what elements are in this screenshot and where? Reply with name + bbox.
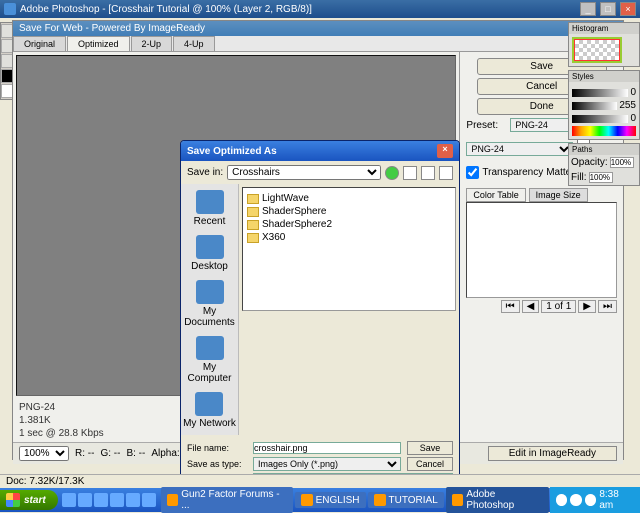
up-icon[interactable] [403,166,417,180]
documents-icon [196,280,224,304]
task-button[interactable]: Gun2 Factor Forums - ... [161,487,293,513]
saveas-select[interactable]: Images Only (*.png) [253,457,401,471]
file-list[interactable]: LightWave ShaderSphere ShaderSphere2 X36… [242,187,456,311]
windows-icon [6,493,20,507]
dialog-titlebar: Save Optimized As × [181,141,459,161]
paths-panel: Paths Opacity: Fill: [568,143,640,186]
tab-image-size[interactable]: Image Size [529,188,588,202]
fill-field[interactable] [589,172,613,183]
app-icon [374,494,386,506]
tray-icon[interactable] [570,494,582,506]
place-my-network[interactable]: My Network [183,392,236,429]
folder-icon [247,207,259,217]
app-icon [452,494,464,506]
tab-4up[interactable]: 4-Up [173,36,215,51]
places-bar: Recent Desktop My Documents My Computer … [181,184,239,435]
network-icon [195,392,223,416]
saveas-label: Save as type: [187,459,247,469]
transparency-check[interactable] [466,166,479,179]
desktop-icon [196,235,224,259]
app-titlebar: Adobe Photoshop - [Crosshair Tutorial @ … [0,0,640,18]
app-icon [301,494,313,506]
pager-first[interactable]: ⏮ [501,300,520,313]
tab-2up[interactable]: 2-Up [131,36,173,51]
styles-panel: Styles 0 255 0 [568,70,640,140]
save-in-label: Save in: [187,167,223,178]
task-button[interactable]: ENGLISH [295,492,366,508]
preset-label: Preset: [466,120,506,131]
pager-next[interactable]: ▶ [578,300,596,313]
level-slider[interactable] [572,102,617,110]
clock: 8:38 am [599,489,634,511]
list-item[interactable]: ShaderSphere [247,205,451,218]
panels: Histogram Styles 0 255 0 Paths Opacity: … [568,22,640,189]
palette-pager: ⏮◀ 1 of 1 ▶⏭ [466,300,617,313]
photoshop-icon [4,3,16,15]
level-slider[interactable] [572,89,628,97]
save-in-select[interactable]: Crosshairs [227,165,381,180]
quick-launch [58,493,160,507]
place-my-computer[interactable]: My Computer [181,336,238,384]
dialog-close-button[interactable]: × [437,144,453,158]
tab-optimized[interactable]: Optimized [67,36,130,51]
sfw-tabs: Original Optimized 2-Up 4-Up [13,36,623,52]
maximize-button[interactable]: □ [600,2,616,16]
sfw-title: Save For Web - Powered By ImageReady [13,21,623,36]
taskbar: start Gun2 Factor Forums - ... ENGLISH T… [0,488,640,512]
ql-icon[interactable] [126,493,140,507]
hue-strip[interactable] [572,126,636,136]
back-icon[interactable] [385,166,399,180]
color-table-box [466,202,617,298]
zoom-select[interactable]: 100% [19,446,69,461]
task-button[interactable]: Adobe Photoshop [446,487,549,513]
edit-in-imageready-button[interactable]: Edit in ImageReady [488,446,617,461]
list-item[interactable]: LightWave [247,192,451,205]
place-desktop[interactable]: Desktop [191,235,228,272]
tray-icon[interactable] [585,494,597,506]
place-recent[interactable]: Recent [194,190,226,227]
save-optimized-as-dialog: Save Optimized As × Save in: Crosshairs … [180,140,460,510]
filename-label: File name: [187,443,247,453]
histogram-preview [572,37,622,63]
computer-icon [196,336,224,360]
minimize-button[interactable]: _ [580,2,596,16]
pager-last[interactable]: ⏭ [598,300,617,313]
dialog-save-button[interactable]: Save [407,441,453,455]
dialog-cancel-button[interactable]: Cancel [407,457,453,471]
new-folder-icon[interactable] [421,166,435,180]
tray-icon[interactable] [556,494,568,506]
task-button[interactable]: TUTORIAL [368,492,444,508]
folder-icon [247,194,259,204]
start-button[interactable]: start [0,490,58,510]
pager-prev[interactable]: ◀ [522,300,540,313]
filename-field[interactable] [253,442,401,454]
list-item[interactable]: ShaderSphere2 [247,218,451,231]
view-menu-icon[interactable] [439,166,453,180]
ql-icon[interactable] [142,493,156,507]
folder-icon [247,233,259,243]
close-button[interactable]: × [620,2,636,16]
recent-icon [196,190,224,214]
folder-icon [247,220,259,230]
ql-icon[interactable] [78,493,92,507]
ql-icon[interactable] [94,493,108,507]
system-tray[interactable]: 8:38 am [550,487,640,513]
level-slider[interactable] [572,115,628,123]
status-bar: Doc: 7.32K/17.3K [0,474,640,488]
place-my-documents[interactable]: My Documents [181,280,238,328]
doc-size: Doc: 7.32K/17.3K [6,476,84,487]
histogram-panel: Histogram [568,22,640,67]
list-item[interactable]: X360 [247,231,451,244]
app-title: Adobe Photoshop - [Crosshair Tutorial @ … [20,4,576,15]
ql-icon[interactable] [110,493,124,507]
format-select[interactable]: PNG-24 [466,142,573,156]
tab-color-table[interactable]: Color Table [466,188,525,202]
tab-original[interactable]: Original [13,36,66,51]
app-icon [167,494,179,506]
ql-icon[interactable] [62,493,76,507]
opacity-field[interactable] [610,157,634,168]
